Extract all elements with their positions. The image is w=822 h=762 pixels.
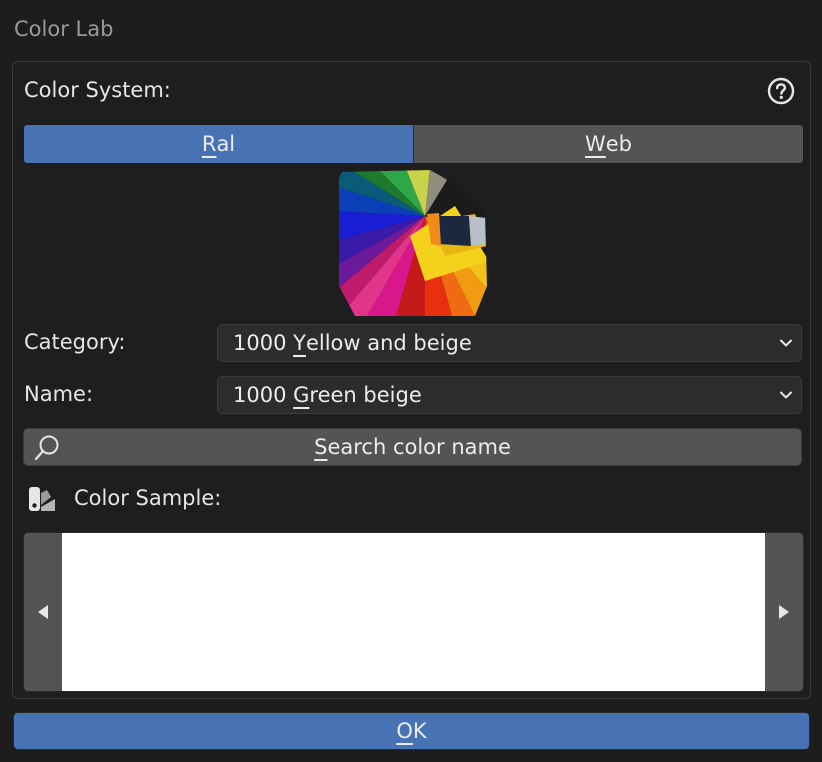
ok-label: K <box>412 719 427 743</box>
tab-web-key: W <box>584 132 606 156</box>
color-lab-window: Color Lab Color System: Ral Web Category… <box>0 0 822 762</box>
category-label: Category: <box>24 330 126 354</box>
help-circle-icon[interactable] <box>767 77 795 105</box>
category-value-prefix: 1000 <box>233 331 294 355</box>
name-label: Name: <box>24 382 94 406</box>
color-system-label: Color System: <box>24 78 171 102</box>
name-value-prefix: 1000 <box>233 383 294 407</box>
ok-key: O <box>396 719 413 743</box>
tab-ral[interactable]: Ral <box>24 125 413 163</box>
category-value-key: Y <box>293 331 306 355</box>
color-fan-image <box>339 170 487 316</box>
search-key: S <box>314 435 328 459</box>
next-color-button[interactable] <box>765 533 803 691</box>
name-value-rest: reen beige <box>309 383 422 407</box>
color-swatch-icon <box>29 487 55 511</box>
color-sample-preview <box>62 533 765 691</box>
search-color-name-button[interactable]: Search color name <box>23 428 802 466</box>
category-dropdown[interactable]: 1000 Yellow and beige <box>217 324 802 362</box>
chevron-down-icon <box>780 391 792 399</box>
tab-ral-key: R <box>201 132 217 156</box>
color-system-toggle: Ral Web <box>23 124 804 164</box>
chevron-down-icon <box>780 339 792 347</box>
triangle-left-icon <box>38 605 48 619</box>
name-dropdown[interactable]: 1000 Green beige <box>217 376 802 414</box>
search-icon <box>34 435 59 461</box>
color-sample-label: Color Sample: <box>74 486 222 510</box>
search-label: earch color name <box>327 435 511 459</box>
tab-web[interactable]: Web <box>413 125 803 163</box>
tab-web-label: eb <box>605 132 632 156</box>
name-value-key: G <box>293 383 310 407</box>
category-value-rest: ellow and beige <box>305 331 472 355</box>
main-panel: Color System: Ral Web Category: 1000 Y e… <box>12 61 811 699</box>
tab-ral-label: al <box>216 132 236 156</box>
triangle-right-icon <box>779 605 789 619</box>
window-title: Color Lab <box>14 17 114 41</box>
ok-button[interactable]: OK <box>13 712 810 750</box>
previous-color-button[interactable] <box>24 533 62 691</box>
color-sample-viewer <box>23 532 804 692</box>
